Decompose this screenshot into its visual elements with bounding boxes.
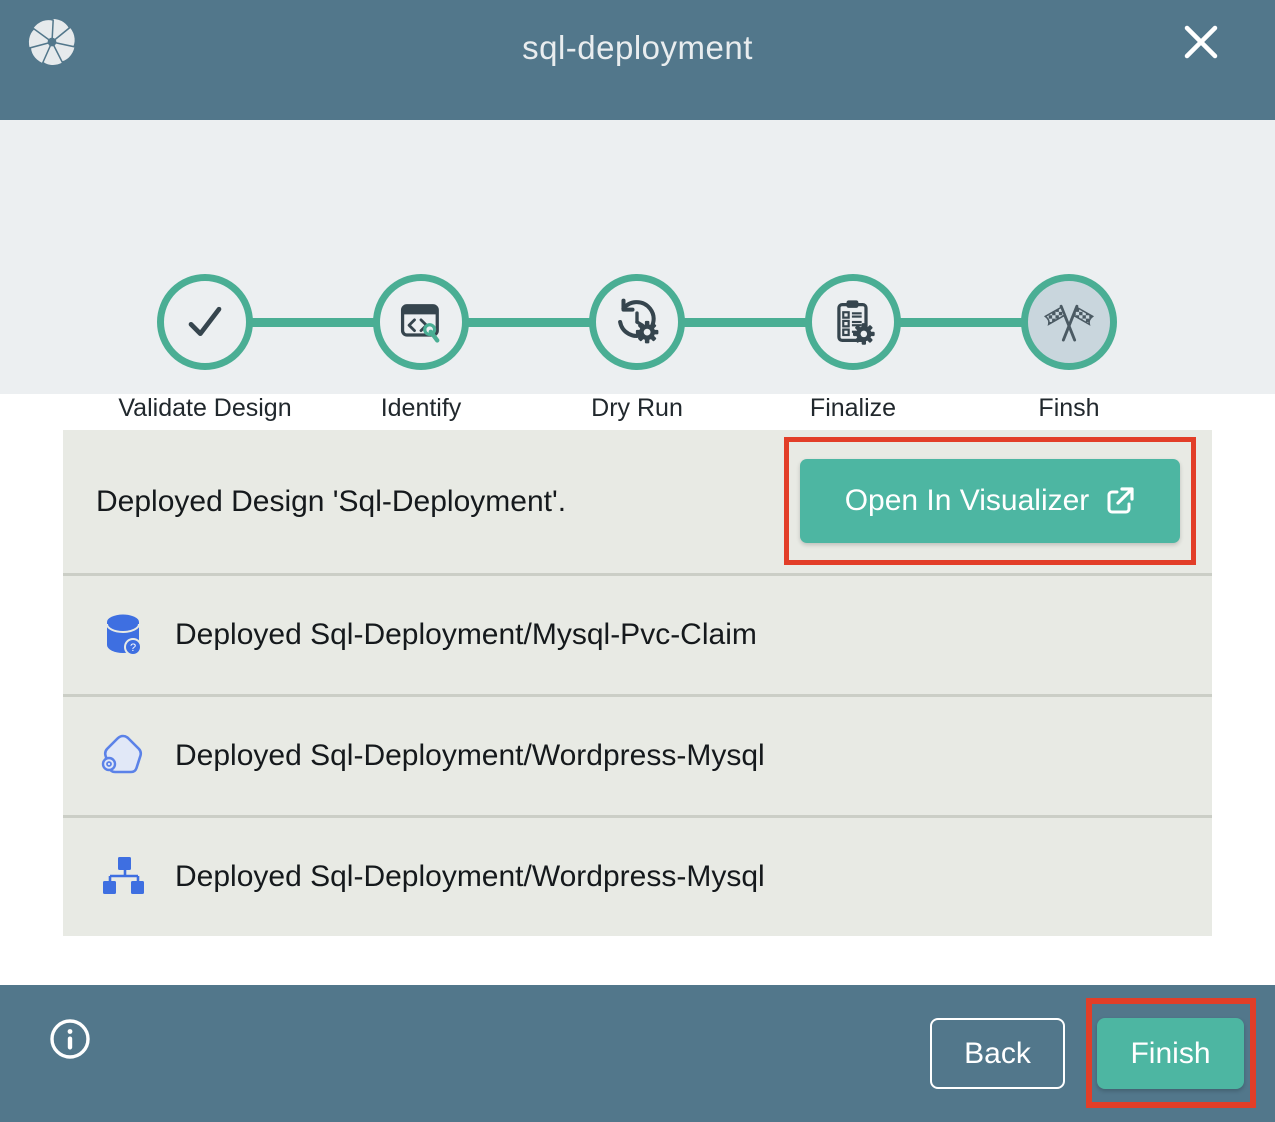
close-icon[interactable] (1179, 20, 1223, 64)
step-label: Finsh (961, 388, 1177, 428)
highlight-box-finish: Finish (1086, 998, 1256, 1108)
meshery-logo-icon (26, 16, 78, 68)
design-result-row: Deployed Design 'Sql-Deployment'. Open I… (63, 430, 1212, 573)
deployment-modal: sql-deployment (0, 0, 1275, 1122)
pentagon-icon (98, 731, 148, 781)
step-label: Validate Design (97, 388, 313, 428)
modal-title: sql-deployment (0, 0, 1275, 95)
code-window-wrench-icon (373, 274, 469, 370)
deployed-item-text: Deployed Sql-Deployment/Wordpress-Mysql (175, 860, 765, 894)
external-link-icon (1105, 486, 1135, 516)
step-validate-design[interactable]: Validate Design (97, 274, 313, 428)
design-result-text: Deployed Design 'Sql-Deployment'. (96, 430, 566, 573)
step-label: Dry Run (529, 388, 745, 428)
deployed-item-text: Deployed Sql-Deployment/Wordpress-Mysql (175, 739, 765, 773)
highlight-box-visualizer: Open In Visualizer (784, 437, 1196, 565)
modal-header: sql-deployment (0, 0, 1275, 120)
deployed-item-row: Deployed Sql-Deployment/Wordpress-Mysql (63, 694, 1212, 815)
deployed-item-text: Deployed Sql-Deployment/Mysql-Pvc-Claim (175, 618, 757, 652)
deployment-results-list: Deployed Design 'Sql-Deployment'. Open I… (63, 430, 1212, 936)
modal-footer: Back Finish (0, 985, 1275, 1122)
deployed-item-row: ? Deployed Sql-Deployment/Mysql-Pvc-Clai… (63, 573, 1212, 694)
sync-gear-icon (589, 274, 685, 370)
open-in-visualizer-button[interactable]: Open In Visualizer (800, 459, 1180, 543)
finish-button[interactable]: Finish (1097, 1018, 1244, 1089)
svg-text:?: ? (130, 642, 136, 654)
open-in-visualizer-label: Open In Visualizer (845, 484, 1090, 518)
clipboard-gear-icon (805, 274, 901, 370)
back-button[interactable]: Back (930, 1018, 1065, 1089)
checkered-flags-icon (1021, 274, 1117, 370)
hierarchy-icon (98, 852, 148, 902)
step-dry-run[interactable]: Dry Run (529, 274, 745, 428)
database-icon: ? (98, 610, 148, 660)
info-icon[interactable] (49, 1018, 91, 1060)
step-finish[interactable]: Finsh (961, 274, 1177, 428)
checkmark-icon (157, 274, 253, 370)
deployment-stepper: Validate Design Identify Environments (0, 120, 1275, 394)
deployed-item-row: Deployed Sql-Deployment/Wordpress-Mysql (63, 815, 1212, 936)
